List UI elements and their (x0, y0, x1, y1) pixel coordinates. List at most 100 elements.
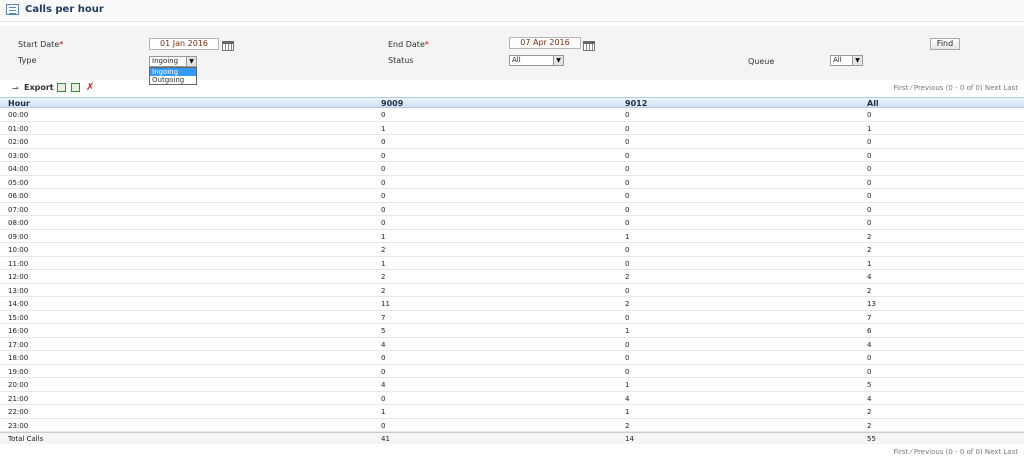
pager-bottom[interactable]: First ⁄ Previous (0 - 0 of 0) Next Last (894, 448, 1019, 456)
header-hour[interactable]: Hour (8, 99, 30, 108)
cell-9009: 0 (381, 192, 386, 200)
cell-hour: 01:00 (8, 124, 29, 133)
cell-all: 0 (867, 192, 872, 200)
cell-9012: 0 (625, 151, 630, 160)
table-row[interactable]: 20:00 4 1 5 (0, 378, 1024, 392)
cell-all: 0 (867, 205, 872, 214)
queue-label: Queue (748, 57, 775, 66)
cell-hour: 13:00 (8, 286, 29, 295)
table-row[interactable]: 06:00 0 0 0 (0, 189, 1024, 203)
type-select[interactable]: Ingoing ▼ (149, 56, 197, 67)
calendar-icon[interactable] (583, 41, 595, 51)
cell-9012: 1 (625, 408, 630, 416)
cell-hour: 18:00 (8, 354, 29, 362)
table-row[interactable]: 19:00 0 0 0 (0, 365, 1024, 378)
cell-hour: 20:00 (8, 381, 29, 389)
queue-select[interactable]: All ▼ (830, 55, 863, 66)
header-all[interactable]: All (867, 99, 879, 108)
calendar-icon[interactable] (222, 41, 234, 51)
cell-9012: 0 (625, 205, 630, 214)
cell-hour: 05:00 (8, 178, 29, 187)
cell-9009: 5 (381, 327, 386, 335)
cell-9009: 2 (381, 246, 386, 254)
total-all: 55 (867, 435, 876, 443)
chevron-down-icon: ▼ (852, 56, 862, 65)
table-row[interactable]: 13:00 2 0 2 (0, 284, 1024, 297)
export-excel-icon[interactable] (71, 83, 80, 92)
chevron-down-icon: ▼ (553, 56, 563, 65)
table-row[interactable]: 10:00 2 0 2 (0, 243, 1024, 257)
cell-9012: 0 (625, 219, 630, 227)
table-row[interactable]: 00:00 0 0 0 (0, 108, 1024, 122)
cell-9012: 0 (625, 178, 630, 187)
cell-all: 2 (867, 408, 872, 416)
table-row[interactable]: 21:00 0 4 4 (0, 392, 1024, 405)
cell-hour: 19:00 (8, 367, 29, 376)
table-row[interactable]: 16:00 5 1 6 (0, 324, 1024, 338)
cell-9009: 1 (381, 124, 386, 133)
bottom-pager-bar: First ⁄ Previous (0 - 0 of 0) Next Last (0, 446, 1024, 460)
cell-9009: 0 (381, 394, 386, 403)
cell-hour: 21:00 (8, 394, 29, 403)
cell-all: 0 (867, 111, 872, 119)
cell-9009: 0 (381, 367, 386, 376)
export-pdf-delete-icon[interactable]: ✗ (86, 82, 94, 93)
cell-9012: 0 (625, 313, 630, 322)
cell-all: 2 (867, 421, 872, 430)
header-9012[interactable]: 9012 (625, 99, 647, 108)
export-label[interactable]: Export (24, 83, 54, 92)
calls-table: Hour 9009 9012 All 00:00 0 0 0 01:00 1 0 1 02:00… (0, 97, 1024, 444)
cell-all: 0 (867, 354, 872, 362)
total-9009: 41 (381, 435, 390, 443)
cell-all: 2 (867, 232, 872, 241)
table-row[interactable]: 03:00 0 0 0 (0, 149, 1024, 162)
table-row[interactable]: 23:00 0 2 2 (0, 419, 1024, 432)
pager-top[interactable]: First ⁄ Previous (0 - 0 of 0) Next Last (894, 84, 1019, 92)
type-option-outgoing[interactable]: Outgoing (150, 76, 196, 84)
type-option-ingoing[interactable]: Ingoing (150, 68, 196, 76)
table-row[interactable]: 17:00 4 0 4 (0, 338, 1024, 351)
table-row[interactable]: 09:00 1 1 2 (0, 230, 1024, 243)
cell-all: 4 (867, 340, 872, 349)
table-row[interactable]: 15:00 7 0 7 (0, 311, 1024, 324)
cell-9009: 0 (381, 111, 386, 119)
cell-hour: 22:00 (8, 408, 29, 416)
type-dropdown-list: Ingoing Outgoing (149, 67, 197, 85)
cell-hour: 00:00 (8, 111, 29, 119)
table-row[interactable]: 01:00 1 0 1 (0, 122, 1024, 135)
table-row[interactable]: 07:00 0 0 0 (0, 203, 1024, 216)
table-row[interactable]: 18:00 0 0 0 (0, 351, 1024, 365)
cell-hour: 07:00 (8, 205, 29, 214)
cell-all: 4 (867, 273, 872, 281)
status-select[interactable]: All ▼ (509, 55, 564, 66)
cell-hour: 02:00 (8, 138, 29, 146)
table-row[interactable]: 05:00 0 0 0 (0, 176, 1024, 189)
cell-9012: 0 (625, 286, 630, 295)
table-row[interactable]: 22:00 1 1 2 (0, 405, 1024, 419)
export-csv-icon[interactable] (57, 83, 66, 92)
header-9009[interactable]: 9009 (381, 99, 403, 108)
table-row[interactable]: 12:00 2 2 4 (0, 270, 1024, 284)
total-label: Total Calls (8, 435, 44, 443)
cell-9012: 4 (625, 394, 630, 403)
cell-9012: 1 (625, 232, 630, 241)
table-row[interactable]: 11:00 1 0 1 (0, 257, 1024, 270)
table-row[interactable]: 14:00 11 2 13 (0, 297, 1024, 311)
cell-9009: 0 (381, 178, 386, 187)
cell-9012: 1 (625, 381, 630, 389)
find-button[interactable]: Find (930, 38, 960, 50)
cell-9012: 2 (625, 300, 630, 308)
cell-all: 1 (867, 259, 872, 268)
cell-9009: 0 (381, 151, 386, 160)
table-row[interactable]: 02:00 0 0 0 (0, 135, 1024, 149)
cell-9009: 1 (381, 232, 386, 241)
cell-9012: 0 (625, 259, 630, 268)
table-row[interactable]: 08:00 0 0 0 (0, 216, 1024, 230)
table-body: 00:00 0 0 0 01:00 1 0 1 02:00 0 0 0 03:00 0 0 0 04:00 0 0 0… (0, 108, 1024, 432)
table-row[interactable]: 04:00 0 0 0 (0, 162, 1024, 176)
cell-9009: 0 (381, 219, 386, 227)
end-date-input[interactable]: 07 Apr 2016 (509, 37, 581, 49)
cell-9012: 0 (625, 138, 630, 146)
start-date-input[interactable]: 01 Jan 2016 (149, 38, 219, 50)
cell-9012: 0 (625, 124, 630, 133)
